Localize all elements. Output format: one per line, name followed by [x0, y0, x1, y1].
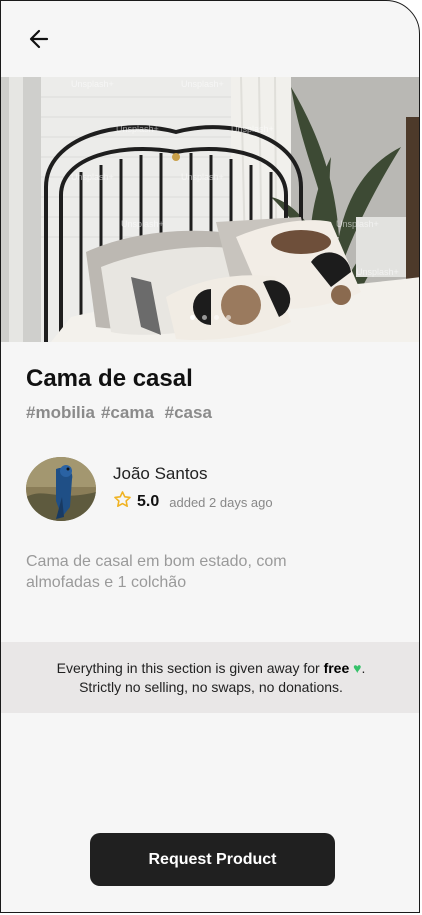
- back-button[interactable]: [23, 25, 55, 57]
- carousel-dot[interactable]: [189, 315, 195, 320]
- product-image[interactable]: Unsplash+ Unsplash+ Unsplash+ Unsplash+ …: [1, 77, 419, 342]
- carousel-indicator: [1, 315, 419, 320]
- watermark-text: Unsplash+: [71, 79, 114, 89]
- tag-mobilia[interactable]: #mobilia: [26, 403, 95, 423]
- watermark-text: Unsplash+: [231, 124, 274, 134]
- notice-text: Everything in this section is given away…: [56, 660, 324, 676]
- watermark-text: Unsplash+: [71, 172, 114, 182]
- watermark-text: Unsplash+: [121, 219, 164, 229]
- tag-cama[interactable]: #cama: [101, 403, 154, 423]
- notice-free-text: free: [323, 660, 350, 676]
- watermark-text: Unsplash+: [356, 267, 399, 277]
- phone-screen: Unsplash+ Unsplash+ Unsplash+ Unsplash+ …: [0, 0, 420, 913]
- arrow-left-icon: [28, 28, 50, 55]
- product-tags: #mobilia #cama #casa: [26, 403, 212, 423]
- watermark-text: Unsplash+: [336, 219, 379, 229]
- product-title: Cama de casal: [26, 365, 193, 392]
- carousel-dot[interactable]: [225, 315, 231, 320]
- seller-name[interactable]: João Santos: [113, 464, 273, 484]
- watermark-text: Unsplash+: [181, 172, 224, 182]
- notice-period: .: [361, 660, 366, 676]
- watermark-text: Unsplash+: [181, 79, 224, 89]
- product-description: Cama de casal em bom estado, com almofad…: [26, 553, 287, 591]
- watermark-text: Unsplash+: [116, 124, 159, 134]
- posted-time: added 2 days ago: [169, 494, 273, 510]
- star-outline-icon: [113, 490, 132, 514]
- avatar[interactable]: [26, 457, 96, 521]
- free-giveaway-notice: Everything in this section is given away…: [1, 642, 419, 713]
- notice-rules: Strictly no selling, no swaps, no donati…: [79, 679, 343, 695]
- request-product-button[interactable]: Request Product: [90, 833, 335, 886]
- carousel-dot[interactable]: [213, 315, 219, 320]
- tag-casa[interactable]: #casa: [160, 403, 212, 423]
- seller-rating: 5.0: [137, 493, 160, 510]
- seller-card[interactable]: João Santos 5.0 added 2 days ago: [26, 457, 273, 521]
- carousel-dot[interactable]: [201, 315, 207, 320]
